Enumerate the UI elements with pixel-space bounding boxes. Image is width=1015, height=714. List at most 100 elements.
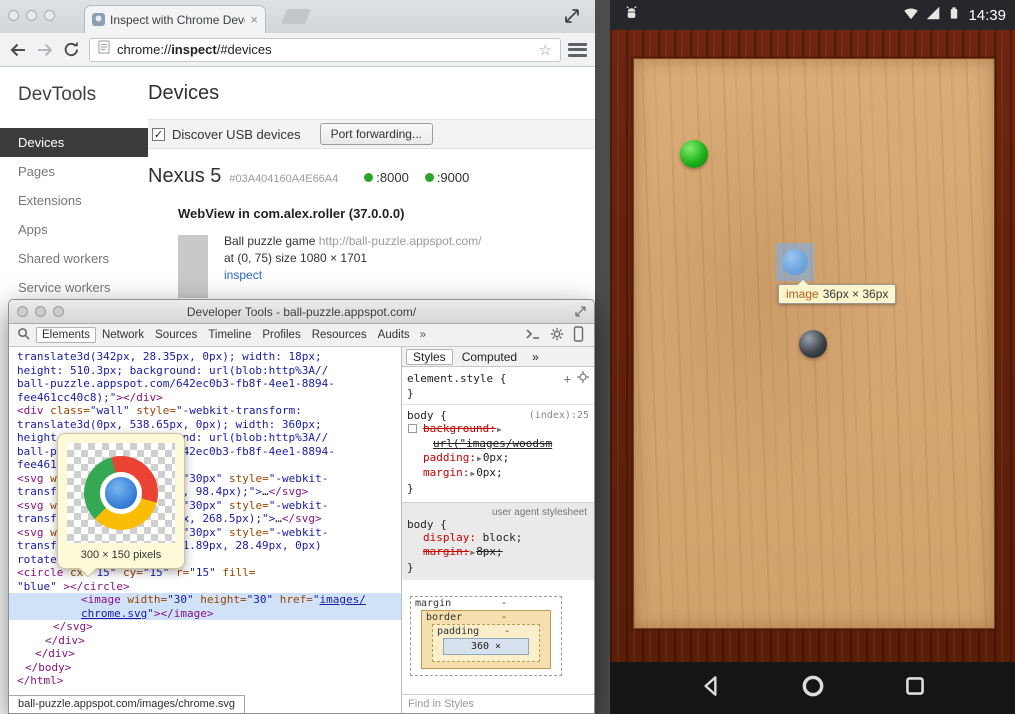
tab-favicon	[92, 13, 105, 26]
gear-icon[interactable]	[550, 327, 564, 344]
window-button-2[interactable]	[26, 10, 37, 21]
content-size: 360 ×	[443, 638, 529, 655]
dark-ball[interactable]	[799, 330, 827, 358]
device-ports: :8000 :9000	[364, 170, 469, 185]
tab-styles[interactable]: Styles	[406, 349, 453, 365]
style-property-display[interactable]: display: block;	[407, 531, 589, 545]
disclosure-icon[interactable]: ▶	[470, 548, 475, 557]
new-rule-icon[interactable]: +	[564, 372, 571, 386]
sidebar-item-pages[interactable]: Pages	[0, 157, 148, 186]
sidebar-item-apps[interactable]: Apps	[0, 215, 148, 244]
tab-computed[interactable]: Computed	[456, 350, 523, 364]
style-property-background[interactable]: background:▶	[407, 422, 589, 437]
expand-icon[interactable]	[562, 6, 582, 26]
more-tabs-icon[interactable]: »	[416, 329, 430, 341]
window-button-1[interactable]	[8, 10, 19, 21]
wifi-icon	[898, 4, 920, 27]
ua-body-selector[interactable]: body {	[407, 518, 447, 531]
resource-link[interactable]: images/	[319, 593, 365, 606]
body-selector[interactable]: body {	[407, 409, 447, 422]
page-thumbnail	[178, 235, 208, 298]
code-line[interactable]: ball-puzzle.appspot.com/642ec0b3-fb8f-4e…	[9, 377, 401, 391]
target-title-line: Ball puzzle game http://ball-puzzle.apps…	[224, 233, 482, 250]
code-line[interactable]: </html>	[9, 674, 401, 688]
resource-link[interactable]: chrome.svg	[81, 607, 147, 620]
recents-button[interactable]	[902, 673, 928, 704]
discover-usb-checkbox[interactable]: ✓	[152, 128, 165, 141]
resize-icon[interactable]	[573, 304, 588, 324]
port-link[interactable]: :9000	[425, 170, 470, 185]
code-line[interactable]: translate3d(0px, 538.65px, 0px); width: …	[9, 418, 401, 432]
tab-resources[interactable]: Resources	[307, 327, 372, 343]
code-line[interactable]: </div>	[9, 647, 401, 661]
sidebar-item-extensions[interactable]: Extensions	[0, 186, 148, 215]
discover-usb-label: Discover USB devices	[172, 127, 301, 142]
user-agent-rule: user agent stylesheet body { display: bl…	[402, 502, 594, 580]
style-property-padding[interactable]: padding:▶0px;	[407, 451, 589, 466]
code-line[interactable]: </svg>	[9, 620, 401, 634]
port-forwarding-button[interactable]: Port forwarding...	[320, 123, 433, 145]
tab-elements[interactable]: Elements	[36, 327, 96, 343]
tab-profiles[interactable]: Profiles	[257, 327, 305, 343]
target-geometry: at (0, 75) size 1080 × 1701	[224, 250, 482, 267]
phone-screencast[interactable]: 14:39 image36px × 36px	[610, 0, 1015, 714]
inspect-link[interactable]: inspect	[224, 267, 482, 284]
disclosure-icon[interactable]: ▶	[497, 425, 502, 434]
crosshair-icon[interactable]	[577, 371, 589, 386]
window-zoom-button[interactable]	[53, 306, 64, 317]
disclosure-icon[interactable]: ▶	[470, 469, 475, 478]
code-line[interactable]: "blue" ></circle>	[9, 580, 401, 594]
sidebar-item-devices[interactable]: Devices	[0, 128, 148, 157]
clock: 14:39	[968, 7, 1006, 24]
tab-timeline[interactable]: Timeline	[203, 327, 256, 343]
stylesheet-source-link[interactable]: (index):25	[529, 410, 589, 421]
device-mode-icon[interactable]	[573, 326, 584, 345]
bookmark-star-icon[interactable]: ☆	[539, 41, 552, 59]
style-property-ua-margin[interactable]: margin:▶8px;	[407, 545, 589, 560]
back-icon[interactable]	[8, 40, 28, 60]
console-drawer-icon[interactable]	[525, 328, 541, 343]
tab-network[interactable]: Network	[97, 327, 149, 343]
usb-debugging-icon	[619, 4, 640, 26]
code-line[interactable]: <div class="wall" style="-webkit-transfo…	[9, 404, 401, 418]
reload-icon[interactable]	[62, 40, 82, 60]
code-line[interactable]: </div>	[9, 634, 401, 648]
code-line[interactable]: translate3d(342px, 28.35px, 0px); width:…	[9, 350, 401, 364]
code-line[interactable]: chrome.svg"></image>	[9, 607, 401, 621]
style-property-margin[interactable]: margin:▶0px;	[407, 466, 589, 481]
port-link[interactable]: :8000	[364, 170, 409, 185]
code-line[interactable]: </body>	[9, 661, 401, 675]
more-style-tabs-icon[interactable]: »	[526, 350, 545, 364]
address-bar[interactable]: chrome://inspect/#devices ☆	[89, 38, 561, 62]
tab-close-icon[interactable]: ×	[250, 13, 258, 26]
disclosure-icon[interactable]: ▶	[477, 454, 482, 463]
webview-title: WebView in com.alex.roller (37.0.0.0)	[178, 206, 595, 221]
home-button[interactable]	[800, 673, 826, 704]
code-line[interactable]: <image width="30" height="30" href="imag…	[9, 593, 401, 607]
tab-title: Inspect with Chrome Deve	[110, 13, 245, 27]
window-button-3[interactable]	[44, 10, 55, 21]
window-minimize-button[interactable]	[35, 306, 46, 317]
tab-sources[interactable]: Sources	[150, 327, 202, 343]
forward-icon[interactable]	[35, 40, 55, 60]
menu-icon[interactable]	[568, 42, 587, 58]
element-style-selector[interactable]: element.style {	[407, 372, 506, 385]
tab-audits[interactable]: Audits	[373, 327, 415, 343]
style-value-background[interactable]: url("images/woodsm	[407, 437, 589, 451]
browser-tab[interactable]: Inspect with Chrome Deve ×	[84, 5, 266, 33]
green-ball[interactable]	[680, 140, 708, 168]
code-line[interactable]: height: 510.3px; background: url(blob:ht…	[9, 364, 401, 378]
code-line[interactable]: fee461cc40c8);"></div>	[9, 391, 401, 405]
sidebar-item-service-workers[interactable]: Service workers	[0, 273, 148, 302]
chrome-logo-image	[84, 456, 158, 530]
inspect-element-icon[interactable]	[12, 327, 35, 343]
link-status-bubble: ball-puzzle.appspot.com/images/chrome.sv…	[9, 695, 245, 713]
find-styles-input[interactable]: Find in Styles	[402, 694, 594, 713]
sidebar-item-shared-workers[interactable]: Shared workers	[0, 244, 148, 273]
inspect-target: Ball puzzle game http://ball-puzzle.apps…	[178, 233, 595, 298]
back-button[interactable]	[698, 673, 724, 704]
window-close-button[interactable]	[17, 306, 28, 317]
property-checkbox[interactable]	[408, 424, 417, 433]
new-tab-button[interactable]	[281, 9, 311, 24]
devtools-titlebar[interactable]: Developer Tools - ball-puzzle.appspot.co…	[9, 300, 594, 324]
